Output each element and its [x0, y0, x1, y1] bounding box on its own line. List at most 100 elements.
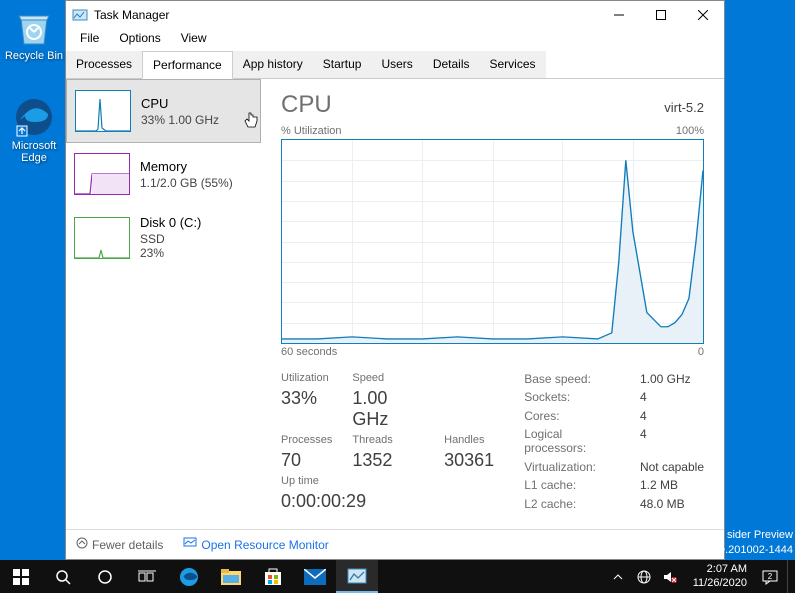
tab-startup[interactable]: Startup: [313, 51, 372, 78]
taskbar-app-edge[interactable]: [168, 560, 210, 593]
stat-label: L2 cache:: [524, 497, 624, 512]
search-button[interactable]: [42, 560, 84, 593]
menubar: File Options View: [66, 29, 724, 51]
stat-value: 1352: [352, 450, 424, 471]
memory-thumbnail: [74, 153, 130, 195]
close-button[interactable]: [682, 1, 724, 29]
cortana-button[interactable]: [84, 560, 126, 593]
desktop-icon-recycle-bin[interactable]: Recycle Bin: [4, 6, 64, 62]
tab-details[interactable]: Details: [423, 51, 480, 78]
axis-label-left: % Utilization: [281, 125, 342, 137]
tray-clock[interactable]: 2:07 AM 11/26/2020: [687, 563, 753, 589]
watermark-line: e.201002-1444: [719, 543, 793, 557]
sidebar-item-disk[interactable]: Disk 0 (C:) SSD 23%: [66, 205, 261, 270]
sidebar-item-memory[interactable]: Memory 1.1/2.0 GB (55%): [66, 143, 261, 205]
stat-label: L1 cache:: [524, 478, 624, 493]
taskview-button[interactable]: [126, 560, 168, 593]
stat-label: Cores:: [524, 409, 624, 424]
stat-label: Utilization: [281, 372, 332, 384]
system-tray: 2:07 AM 11/26/2020 2: [609, 560, 795, 593]
window-footer: Fewer details Open Resource Monitor: [66, 529, 724, 559]
stat-value: 70: [281, 450, 332, 471]
start-button[interactable]: [0, 560, 42, 593]
resource-monitor-label: Open Resource Monitor: [201, 538, 328, 552]
stat-value: 4: [640, 409, 704, 424]
menu-file[interactable]: File: [70, 29, 109, 51]
axis-bottom-left: 60 seconds: [281, 346, 337, 358]
chart-bottom-axis: 60 seconds 0: [281, 346, 704, 358]
stat-value: 4: [640, 390, 704, 405]
stat-label: Virtualization:: [524, 460, 624, 475]
axis-bottom-right: 0: [698, 346, 704, 358]
maximize-button[interactable]: [640, 1, 682, 29]
tab-processes[interactable]: Processes: [66, 51, 142, 78]
stat-value: 0:00:00:29: [281, 491, 494, 512]
taskbar-app-store[interactable]: [252, 560, 294, 593]
content-area: CPU 33% 1.00 GHz Memory 1.1/2.0 GB (55%): [66, 79, 724, 529]
menu-view[interactable]: View: [171, 29, 217, 51]
cpu-chart: [281, 139, 704, 344]
tab-users[interactable]: Users: [371, 51, 422, 78]
details-cpu-name: virt-5.2: [664, 100, 704, 115]
stat-label: Speed: [352, 372, 424, 384]
desktop-icon-edge[interactable]: Microsoft Edge: [4, 96, 64, 164]
desktop-icon-label: Microsoft Edge: [12, 140, 57, 164]
tray-chevron-icon[interactable]: [609, 572, 627, 582]
edge-icon: [13, 96, 55, 138]
stats-side: Base speed: 1.00 GHz Sockets: 4 Cores: 4 Logic…: [524, 372, 704, 512]
monitor-icon: [183, 537, 197, 552]
stat-label: Base speed:: [524, 372, 624, 387]
tray-volume-icon[interactable]: [661, 571, 679, 583]
watermark: sider Preview e.201002-1444: [719, 528, 793, 557]
desktop-icon-label: Recycle Bin: [5, 50, 63, 62]
taskbar-app-mail[interactable]: [294, 560, 336, 593]
tab-apphistory[interactable]: App history: [233, 51, 313, 78]
details-header: CPU virt-5.2: [281, 91, 704, 119]
resource-monitor-button[interactable]: Open Resource Monitor: [183, 537, 328, 552]
stat-label: Logical processors:: [524, 427, 624, 456]
sidebar-item-title: CPU: [141, 96, 219, 111]
task-manager-window: Task Manager File Options View Processes…: [65, 0, 725, 560]
tab-performance[interactable]: Performance: [142, 51, 233, 79]
sidebar-item-sub: 33% 1.00 GHz: [141, 113, 219, 127]
tab-services[interactable]: Services: [480, 51, 546, 78]
menu-options[interactable]: Options: [109, 29, 170, 51]
sidebar-item-title: Memory: [140, 159, 233, 174]
stat-value: 4: [640, 427, 704, 456]
stat-value: 1.00 GHz: [640, 372, 704, 387]
sidebar-item-labels: Memory 1.1/2.0 GB (55%): [140, 159, 233, 190]
tray-date: 11/26/2020: [693, 577, 747, 590]
taskbar: 2:07 AM 11/26/2020 2: [0, 560, 795, 593]
fewer-details-button[interactable]: Fewer details: [76, 537, 163, 552]
sidebar: CPU 33% 1.00 GHz Memory 1.1/2.0 GB (55%): [66, 79, 261, 529]
axis-label-right: 100%: [676, 125, 704, 137]
show-desktop-button[interactable]: [787, 560, 791, 593]
titlebar[interactable]: Task Manager: [66, 1, 724, 29]
sidebar-item-sub: 1.1/2.0 GB (55%): [140, 176, 233, 190]
sidebar-item-cpu[interactable]: CPU 33% 1.00 GHz: [66, 79, 261, 143]
svg-text:2: 2: [768, 572, 773, 581]
stat-value: 30361: [444, 450, 494, 471]
minimize-button[interactable]: [598, 1, 640, 29]
stat-label: Handles: [444, 434, 494, 446]
stat-label: Processes: [281, 434, 332, 446]
tray-notifications-icon[interactable]: 2: [761, 569, 779, 585]
taskbar-app-taskmanager[interactable]: [336, 560, 378, 593]
stats-area: Utilization Speed 33% 1.00 GHz Processes…: [281, 372, 704, 512]
stat-label: Up time: [281, 475, 494, 487]
stat-label: Sockets:: [524, 390, 624, 405]
tray-network-icon[interactable]: [635, 570, 653, 584]
sidebar-item-title: Disk 0 (C:): [140, 215, 201, 230]
sidebar-item-labels: CPU 33% 1.00 GHz: [141, 96, 219, 127]
tabs: Processes Performance App history Startu…: [66, 51, 724, 79]
stats-main: Utilization Speed 33% 1.00 GHz Processes…: [281, 372, 494, 512]
recycle-bin-icon: [13, 6, 55, 48]
disk-thumbnail: [74, 217, 130, 259]
details-pane: CPU virt-5.2 % Utilization 100% 60 secon…: [261, 79, 724, 529]
taskbar-app-explorer[interactable]: [210, 560, 252, 593]
stat-value: 33%: [281, 388, 332, 430]
sidebar-item-labels: Disk 0 (C:) SSD 23%: [140, 215, 201, 260]
sidebar-item-sub2: 23%: [140, 246, 201, 260]
details-title: CPU: [281, 91, 332, 119]
watermark-line: sider Preview: [719, 528, 793, 542]
